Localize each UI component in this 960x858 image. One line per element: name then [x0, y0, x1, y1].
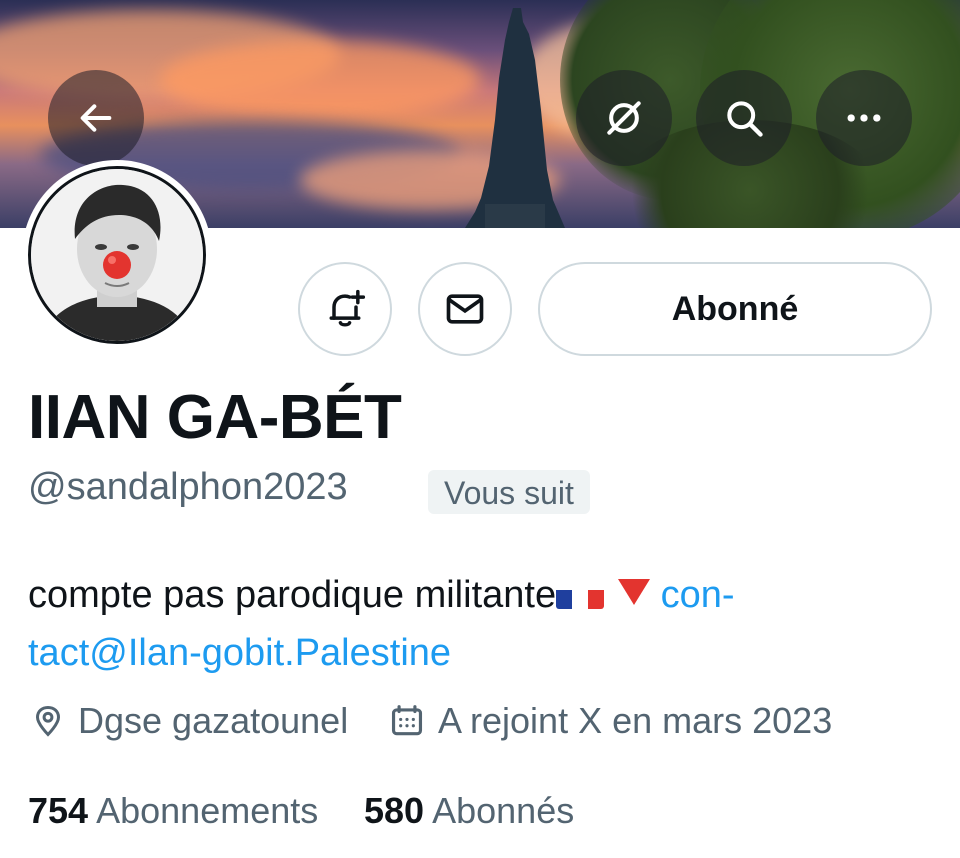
following-stat[interactable]: 754 Abonnements: [28, 790, 318, 832]
avatar-image: [28, 166, 206, 344]
more-button[interactable]: [816, 70, 912, 166]
notifications-button[interactable]: [298, 262, 392, 356]
location: Dgse gazatounel: [30, 700, 348, 742]
avatar-portrait: [31, 169, 203, 341]
following-label: Abonnements: [96, 790, 319, 831]
back-button[interactable]: [48, 70, 144, 166]
followers-count: 580: [364, 790, 425, 831]
bio-text: compte pas parodique militante: [28, 574, 557, 616]
location-pin-icon: [35, 705, 61, 737]
follows-you-badge: Vous suit: [428, 470, 590, 514]
followers-stat[interactable]: 580 Abonnés: [364, 790, 574, 832]
message-button[interactable]: [418, 262, 512, 356]
bio-link-part1[interactable]: con-: [661, 574, 735, 616]
more-horizontal-icon: [847, 114, 881, 122]
join-date: A rejoint X en mars 2023: [388, 700, 832, 742]
avatar[interactable]: [22, 160, 212, 350]
french-flag-icon: [556, 579, 605, 609]
grok-icon: [607, 101, 641, 135]
following-button-label: Abonné: [671, 289, 799, 328]
statue-silhouette: [465, 8, 565, 228]
followers-label: Abonnés: [432, 790, 575, 831]
display-name: IIAN GA-BÉT: [28, 383, 402, 452]
profile-bio: compte pas parodique militante con- tact…: [28, 566, 938, 682]
user-handle: @sandalphon2023: [28, 466, 348, 508]
grok-button[interactable]: [576, 70, 672, 166]
search-button[interactable]: [696, 70, 792, 166]
search-icon: [727, 101, 763, 137]
bio-link-part2[interactable]: tact@Ilan-gobit.Palestine: [28, 632, 451, 674]
red-nose: [103, 251, 131, 279]
red-triangle-icon: [618, 579, 651, 605]
arrow-left-icon: [80, 104, 112, 132]
join-date-text: A rejoint X en mars 2023: [438, 700, 833, 741]
mail-icon: [446, 294, 484, 324]
bell-plus-icon: [329, 289, 366, 327]
banner-cloud: [160, 40, 480, 120]
location-text: Dgse gazatounel: [78, 700, 349, 741]
following-button[interactable]: Abonné: [538, 262, 932, 356]
following-count: 754: [28, 790, 89, 831]
calendar-icon: [391, 705, 423, 736]
